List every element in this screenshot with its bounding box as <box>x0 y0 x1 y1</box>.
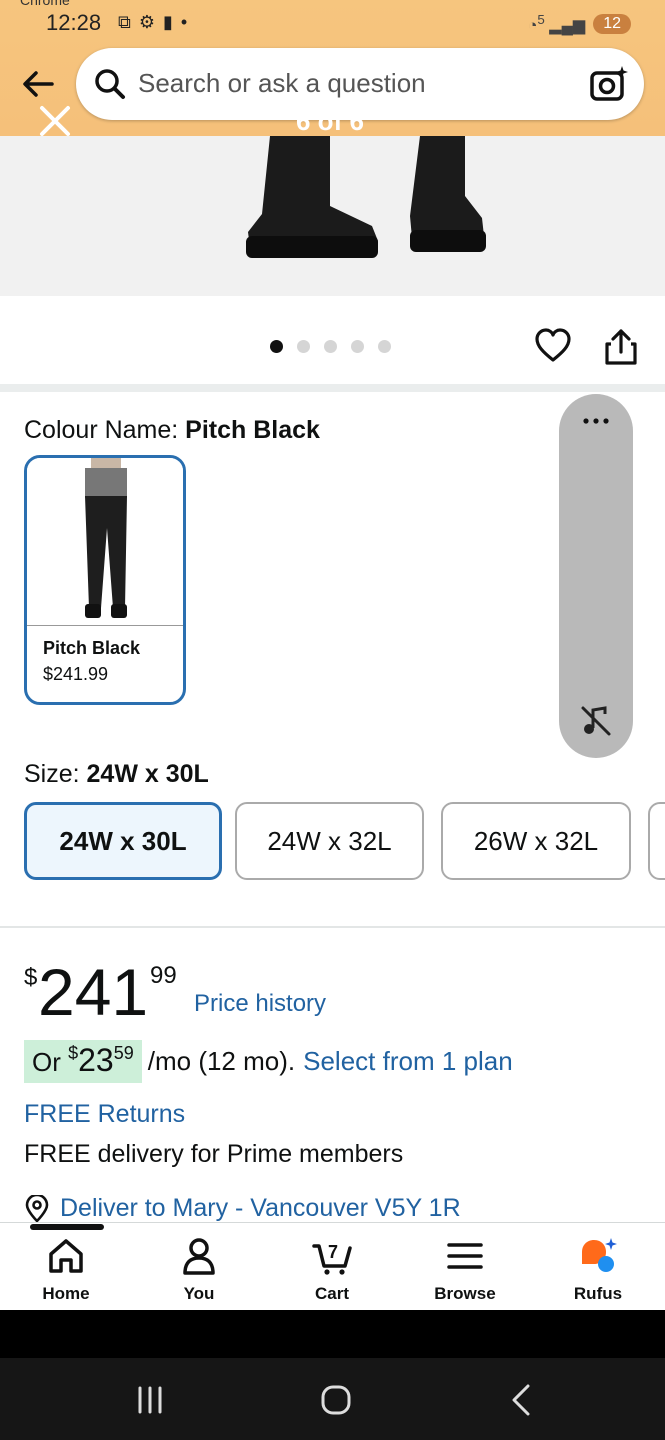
heart-icon[interactable] <box>534 327 572 365</box>
nav-browse-label: Browse <box>434 1284 496 1303</box>
camera-lens-icon[interactable] <box>588 63 630 105</box>
status-time: 12:28 <box>46 10 102 35</box>
nav-you[interactable]: You <box>149 1236 249 1304</box>
nav-cart[interactable]: 7 Cart <box>282 1236 382 1304</box>
recent-apps-icon[interactable] <box>130 1380 170 1420</box>
active-tab-indicator <box>30 1224 104 1230</box>
colour-label-text: Colour Name: <box>24 416 186 444</box>
price-whole: 241 <box>38 955 149 1029</box>
battery-badge: 12 <box>593 13 631 34</box>
monthly-terms: /mo (12 mo). <box>147 1046 296 1076</box>
screen-bottom-band <box>0 1310 665 1358</box>
monthly-cents: 59 <box>113 1043 134 1063</box>
close-icon[interactable] <box>38 104 72 138</box>
deliver-to-link[interactable]: Deliver to Mary - Vancouver V5Y 1R <box>24 1194 461 1223</box>
wifi-badge: 5 <box>537 12 545 27</box>
image-counter: 6 of 6 <box>296 106 364 136</box>
price-currency: $ <box>24 964 38 991</box>
swatch-image <box>27 458 183 626</box>
nav-home[interactable]: Home <box>16 1236 116 1304</box>
select-plan-link[interactable]: Select from 1 plan <box>303 1046 513 1077</box>
size-option[interactable]: 24W x 32L <box>235 802 424 880</box>
free-delivery-text: FREE delivery for Prime members <box>24 1140 404 1168</box>
section-divider <box>0 926 665 928</box>
status-notification-icons: ⧉ ⚙ ▮ • <box>118 12 187 33</box>
mute-icon[interactable] <box>579 704 613 738</box>
gallery-dots <box>270 340 391 353</box>
boots-image <box>0 136 665 296</box>
swatch-price: $241.99 <box>43 664 109 684</box>
monthly-amount: 23 <box>78 1042 114 1078</box>
search-input[interactable] <box>138 68 558 99</box>
nav-rufus-label: Rufus <box>573 1284 623 1303</box>
nav-rufus[interactable]: Rufus <box>548 1236 648 1304</box>
size-option-partial[interactable] <box>648 802 665 880</box>
home-button-icon[interactable] <box>316 1380 356 1420</box>
wifi-icon: ◔ <box>527 17 538 35</box>
price-fraction: 99 <box>150 962 177 989</box>
gallery-dot[interactable] <box>297 340 310 353</box>
nav-home-label: Home <box>42 1284 90 1303</box>
settings-icon: ⚙ <box>138 12 155 32</box>
app-header: Chrome 12:28 ⧉ ⚙ ▮ • ◔5 ▂▄▆ 12 Search or… <box>0 0 665 136</box>
floating-media-panel[interactable] <box>559 394 633 758</box>
gallery-dot[interactable] <box>378 340 391 353</box>
monthly-highlight: Or $2359 <box>24 1040 142 1083</box>
free-returns-link[interactable]: FREE Returns <box>24 1100 185 1129</box>
share-icon[interactable] <box>603 328 639 366</box>
gallery-dot[interactable] <box>324 340 337 353</box>
nav-cart-label: Cart <box>314 1284 349 1303</box>
location-pin-icon <box>25 1194 49 1223</box>
cart-count: 7 <box>328 1242 338 1262</box>
size-label: Size: 24W x 30L <box>24 760 209 789</box>
colour-name-label: Colour Name: Pitch Black <box>24 416 320 445</box>
section-divider <box>0 384 665 392</box>
price-history-link[interactable]: Price history <box>194 990 326 1018</box>
rufus-icon <box>582 1238 617 1272</box>
dot-icon: • <box>180 12 188 32</box>
monthly-payment-row: Or $2359 /mo (12 mo). Select from 1 plan <box>24 1040 513 1083</box>
colour-swatch[interactable]: Pitch Black $241.99 <box>24 455 186 705</box>
home-icon <box>49 1239 83 1273</box>
colour-value: Pitch Black <box>185 416 320 444</box>
jeans-model-image <box>85 458 127 618</box>
back-button-icon[interactable] <box>502 1380 542 1420</box>
nav-you-label: You <box>183 1284 215 1303</box>
back-arrow-icon[interactable] <box>18 64 58 104</box>
gallery-dot[interactable] <box>351 340 364 353</box>
more-options-icon[interactable] <box>581 414 611 428</box>
status-right: ◔5 ▂▄▆ 12 <box>528 12 631 35</box>
person-icon <box>183 1238 215 1275</box>
size-label-text: Size: <box>24 760 87 788</box>
swatch-name: Pitch Black <box>43 638 141 658</box>
menu-icon <box>447 1243 483 1269</box>
alert-icon: ▮ <box>163 12 173 32</box>
screenshot-icon: ⧉ <box>118 12 131 32</box>
search-icon <box>95 69 125 99</box>
product-image[interactable] <box>0 136 665 296</box>
monthly-currency: $ <box>68 1043 79 1063</box>
status-app-name: Chrome <box>20 0 70 8</box>
size-option-selected[interactable]: 24W x 30L <box>24 802 222 880</box>
size-option[interactable]: 26W x 32L <box>441 802 631 880</box>
gallery-dot[interactable] <box>270 340 283 353</box>
signal-icon: ◔5 ▂▄▆ <box>527 12 586 35</box>
monthly-prefix: Or <box>32 1047 69 1077</box>
size-value: 24W x 30L <box>86 760 209 788</box>
deliver-to-text: Deliver to Mary - Vancouver V5Y 1R <box>60 1194 461 1222</box>
cart-icon: 7 <box>312 1242 352 1275</box>
nav-browse[interactable]: Browse <box>415 1236 515 1304</box>
